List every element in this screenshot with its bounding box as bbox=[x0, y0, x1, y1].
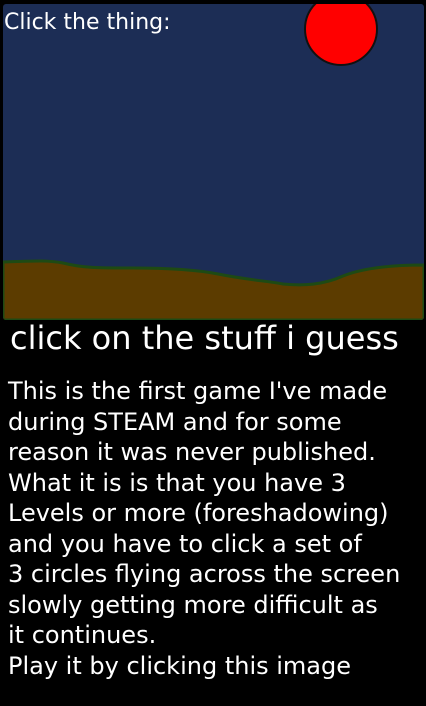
description-line: slowly getting more difficult as bbox=[8, 590, 378, 619]
description-line: This is the first game I've made bbox=[8, 377, 388, 405]
game-preview-image[interactable]: Click the thing: bbox=[3, 4, 424, 320]
project-page: Click the thing: click on the stuff i gu… bbox=[0, 0, 426, 706]
game-prompt-text: Click the thing: bbox=[4, 10, 171, 35]
description-line: Levels or more (foreshadowing) bbox=[8, 499, 389, 527]
description-line: 3 circles flying across the screen bbox=[8, 560, 401, 588]
description-line: it continues. bbox=[8, 621, 157, 649]
target-circle[interactable] bbox=[304, 4, 378, 66]
description-line: What it is is that you have 3 bbox=[8, 468, 346, 497]
game-scene: Click the thing: bbox=[3, 4, 424, 320]
game-description: This is the first game I've made during … bbox=[8, 376, 426, 681]
game-title: click on the stuff i guess bbox=[10, 319, 399, 357]
description-line: and you have to click a set of bbox=[8, 529, 362, 558]
description-line: during STEAM and for some bbox=[8, 407, 342, 436]
description-line: Play it by clicking this image bbox=[8, 651, 351, 680]
description-line: reason it was never published. bbox=[8, 438, 376, 466]
